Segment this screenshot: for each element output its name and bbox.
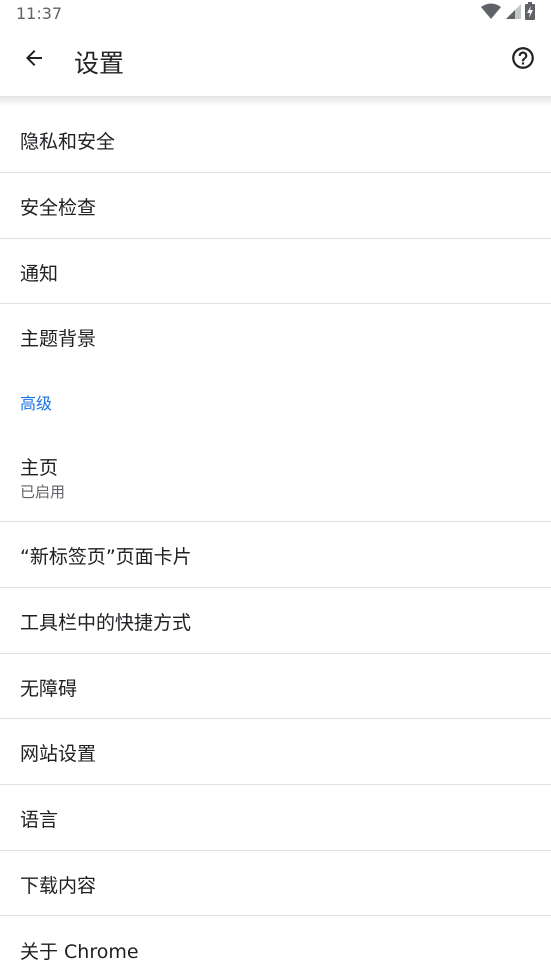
wifi-icon	[481, 3, 501, 23]
settings-item-accessibility[interactable]: 无障碍	[0, 654, 551, 718]
item-title: 工具栏中的快捷方式	[20, 612, 192, 634]
section-header-advanced: 高级	[20, 394, 53, 413]
help-outline-icon	[510, 45, 536, 75]
status-time: 11:37	[16, 4, 63, 23]
item-summary: 已启用	[20, 483, 66, 501]
app-bar-shadow	[0, 96, 551, 106]
battery-charging-icon	[525, 2, 535, 24]
settings-item-themes[interactable]: 主题背景	[0, 304, 551, 370]
item-title: 主页	[20, 457, 59, 479]
item-title: 无障碍	[20, 678, 78, 700]
status-icons	[481, 2, 535, 24]
item-title: 下载内容	[20, 875, 97, 897]
arrow-back-icon	[22, 46, 46, 74]
item-title: 语言	[20, 809, 59, 831]
help-button[interactable]	[501, 38, 545, 82]
item-title: “新标签页”页面卡片	[20, 546, 192, 568]
item-title: 主题背景	[20, 328, 97, 350]
settings-item-about-chrome[interactable]: 关于 Chrome	[0, 916, 551, 974]
settings-item-notifications[interactable]: 通知	[0, 239, 551, 303]
cell-signal-icon	[505, 3, 521, 23]
status-bar: 11:37	[0, 0, 551, 26]
settings-item-homepage[interactable]: 主页 已启用	[0, 436, 551, 521]
settings-item-site-settings[interactable]: 网站设置	[0, 719, 551, 784]
item-title: 隐私和安全	[20, 131, 116, 153]
settings-item-downloads[interactable]: 下载内容	[0, 851, 551, 915]
settings-item-privacy[interactable]: 隐私和安全	[0, 106, 551, 172]
item-title: 安全检查	[20, 197, 97, 219]
settings-item-safety-check[interactable]: 安全检查	[0, 173, 551, 238]
settings-item-ntp-cards[interactable]: “新标签页”页面卡片	[0, 522, 551, 587]
item-title: 网站设置	[20, 743, 97, 765]
item-title: 通知	[20, 263, 59, 285]
back-button[interactable]	[12, 38, 56, 82]
settings-item-toolbar-shortcut[interactable]: 工具栏中的快捷方式	[0, 588, 551, 653]
settings-item-languages[interactable]: 语言	[0, 785, 551, 850]
page-title: 设置	[74, 49, 125, 78]
app-bar: 设置	[0, 26, 551, 96]
item-title: 关于 Chrome	[20, 941, 139, 963]
